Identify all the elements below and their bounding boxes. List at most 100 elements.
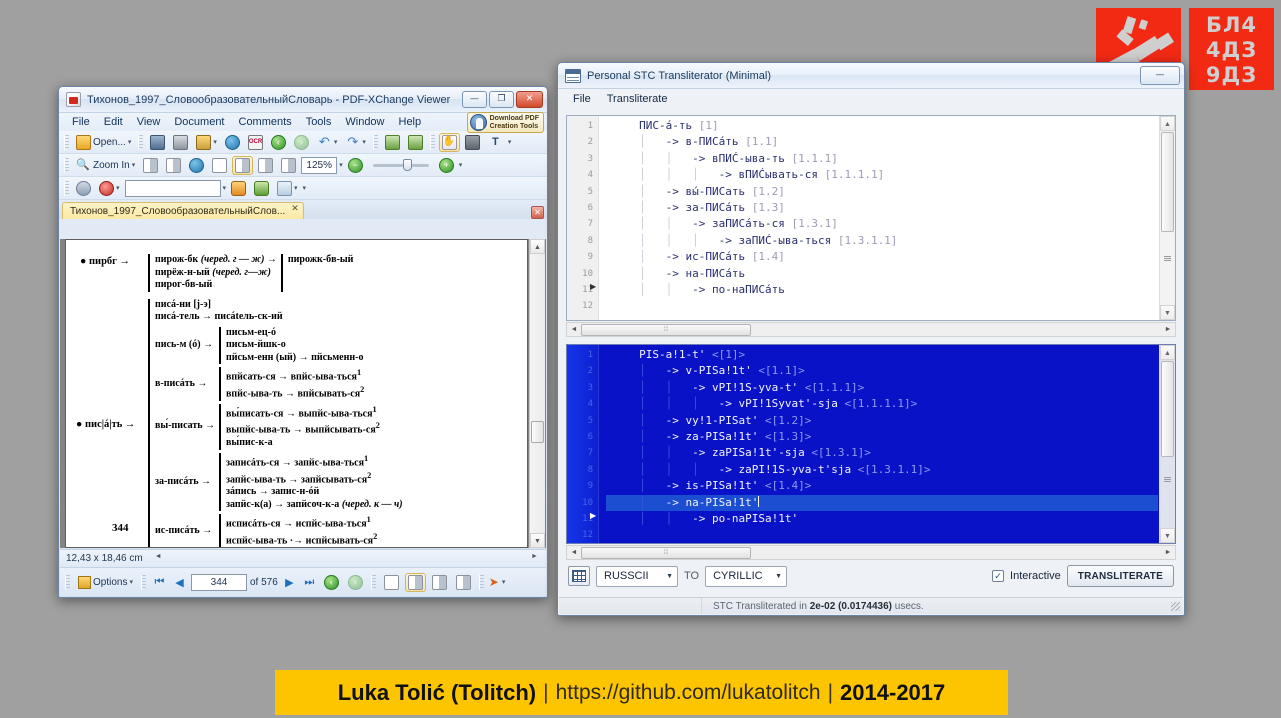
link-tool-button[interactable] xyxy=(73,179,94,198)
pointer-tool-icon[interactable]: ➤ xyxy=(489,575,499,589)
stc-titlebar[interactable]: Personal STC Transliterator (Minimal) — xyxy=(558,63,1184,89)
target-scroll-down-icon[interactable]: ▼ xyxy=(1160,528,1175,543)
last-page-button[interactable]: ⏭ xyxy=(301,574,318,591)
target-vertical-scrollbar[interactable]: ▲ ▼ xyxy=(1159,345,1175,543)
code-line[interactable]: │ -> ис-ПИСáть [1.4] xyxy=(606,249,1158,265)
zoom-slider[interactable] xyxy=(372,158,429,171)
save-button[interactable] xyxy=(147,133,168,152)
rotate-right-button[interactable] xyxy=(405,133,426,152)
target-hscroll-left-icon[interactable]: ◄ xyxy=(567,549,581,556)
source-scroll-up-icon[interactable]: ▲ xyxy=(1160,116,1175,131)
target-editor[interactable]: 1 2 3 4 5 6 7 8 9 10 11 12 ▶ PIS-a!1-t' <[1]> │ -> … xyxy=(566,344,1176,544)
menu-item-file[interactable]: File xyxy=(65,115,97,129)
source-scroll-thumb[interactable] xyxy=(1161,132,1174,232)
menu-item-edit[interactable]: Edit xyxy=(97,115,130,129)
toolbar-grip-3[interactable] xyxy=(372,134,378,150)
source-horizontal-scrollbar[interactable]: ◄ ⦙⦙⦙ ► xyxy=(566,322,1176,337)
ocr-button[interactable]: OCR xyxy=(245,133,266,152)
pdf-titlebar[interactable]: Тихонов_1997_СловообразовательныйСловарь… xyxy=(59,87,547,113)
code-line[interactable]: │ │ -> po-naPISa!1t' xyxy=(606,511,1158,527)
menu-item-comments[interactable]: Comments xyxy=(232,115,299,129)
code-line[interactable]: │ -> в-ПИСáть [1.1] xyxy=(606,134,1158,150)
source-vertical-scrollbar[interactable]: ▲ ▼ xyxy=(1159,116,1175,320)
source-hscroll-thumb[interactable]: ⦙⦙⦙ xyxy=(581,323,751,336)
fit-page-button[interactable] xyxy=(163,156,184,175)
close-all-tabs-button[interactable]: ✕ xyxy=(531,206,544,219)
fit-visible-button[interactable] xyxy=(186,156,207,175)
redo-button[interactable]: ↷ ▾ xyxy=(342,133,369,152)
code-line[interactable]: │ │ │ -> vPI!1Syvat'-sja <[1.1.1.1]> xyxy=(606,396,1158,412)
code-line[interactable]: │ -> за-ПИСáть [1.3] xyxy=(606,200,1158,216)
zoom-level-input[interactable]: 125% xyxy=(301,156,338,174)
code-line[interactable]: │ -> is-PISa!1t' <[1.4]> xyxy=(606,478,1158,494)
code-line[interactable]: │ │ -> по-наПИСáть xyxy=(606,282,1158,298)
stamp-combo-input[interactable] xyxy=(124,179,221,197)
rotate-left-button[interactable] xyxy=(382,133,403,152)
toolbar-grip-4[interactable] xyxy=(429,134,435,150)
statusbar-grip-2[interactable] xyxy=(140,574,146,590)
scroll-right-arrow-icon[interactable]: ► xyxy=(529,553,540,560)
open-button[interactable]: Open... ▾ xyxy=(73,133,134,152)
menu-item-help[interactable]: Help xyxy=(392,115,429,129)
pdf-maximize-button[interactable]: ❐ xyxy=(489,91,514,108)
zoom-toolbar-grip[interactable] xyxy=(64,157,69,173)
zoom-slider-knob[interactable] xyxy=(402,158,412,171)
target-hscroll-thumb[interactable]: ⦙⦙⦙ xyxy=(581,546,751,559)
undo-button[interactable]: ↶ ▾ xyxy=(314,133,341,152)
view-single-button[interactable] xyxy=(381,573,402,592)
target-hscroll-right-icon[interactable]: ► xyxy=(1161,549,1175,556)
menu-item-view[interactable]: View xyxy=(130,115,168,129)
code-line[interactable]: │ -> v-PISa!1t' <[1.1]> xyxy=(606,363,1158,379)
hand-tool-button[interactable]: ✋ xyxy=(438,132,460,152)
highlight-tool-button[interactable]: ▾ xyxy=(274,179,301,198)
code-line[interactable]: │ -> на-ПИСáть xyxy=(606,266,1158,282)
view-continuous-button[interactable] xyxy=(404,572,426,592)
split-page-button[interactable] xyxy=(278,156,299,175)
target-scroll-thumb[interactable] xyxy=(1161,361,1174,457)
back-button[interactable]: ‹ xyxy=(268,133,289,152)
zoom-in-step-button[interactable]: + xyxy=(436,156,457,175)
options-button[interactable]: Options ▾ xyxy=(75,573,136,592)
attach-file-button[interactable] xyxy=(228,179,249,198)
print-button[interactable] xyxy=(170,133,191,152)
statusbar-grip[interactable] xyxy=(65,574,70,590)
stamp-tool-button[interactable]: ▾ xyxy=(96,179,123,198)
stc-menu-item-transliterate[interactable]: Transliterate xyxy=(600,91,675,107)
select-text-button[interactable]: T xyxy=(485,133,506,152)
comments-toolbar-overflow-icon[interactable]: ▾ xyxy=(303,184,307,192)
single-page-button[interactable] xyxy=(209,156,230,175)
view-split-button[interactable] xyxy=(453,573,474,592)
pdf-horizontal-scrollbar[interactable]: ◄ ► xyxy=(153,553,540,565)
code-line[interactable]: PIS-a!1-t' <[1]> xyxy=(606,347,1158,363)
zoom-in-button[interactable]: 🔍 Zoom In ▾ xyxy=(73,156,138,175)
code-line[interactable]: │ -> na-PISa!1t' xyxy=(606,494,1158,512)
code-line[interactable]: │ -> vy!1-PISat' <[1.2]> xyxy=(606,413,1158,429)
source-scroll-down-icon[interactable]: ▼ xyxy=(1160,305,1175,320)
history-forward-button[interactable]: › xyxy=(345,573,366,592)
code-line[interactable]: │ │ │ -> zaPI!1S-yva-t'sja <[1.3.1.1]> xyxy=(606,462,1158,478)
stc-minimize-button[interactable]: — xyxy=(1140,66,1180,85)
first-page-button[interactable]: ⏮ xyxy=(151,574,168,591)
history-back-button[interactable]: ‹ xyxy=(321,573,342,592)
source-scheme-select[interactable]: RUSSCII ▼ xyxy=(596,565,678,587)
zoom-toolbar-overflow-icon[interactable]: ▾ xyxy=(459,161,463,169)
code-line[interactable]: │ │ │ -> вПИĆывать-ся [1.1.1.1] xyxy=(606,167,1158,183)
scroll-down-arrow-icon[interactable]: ▼ xyxy=(530,533,545,548)
tab-close-icon[interactable]: ✕ xyxy=(291,203,299,214)
target-scroll-up-icon[interactable]: ▲ xyxy=(1160,345,1175,360)
next-page-button[interactable]: ▶ xyxy=(281,574,298,591)
source-code-area[interactable]: ПИС-á-ть [1] │ -> в-ПИСáть [1.1] │ │ -> … xyxy=(600,116,1158,320)
code-line[interactable]: │ │ -> zaPISa!1t'-sja <[1.3.1]> xyxy=(606,445,1158,461)
toolbar-overflow-icon[interactable]: ▾ xyxy=(508,138,512,146)
target-scheme-select[interactable]: CYRILLIC ▼ xyxy=(705,565,788,587)
statusbar-grip-3[interactable] xyxy=(370,574,376,590)
chevron-down-icon-8[interactable]: ▾ xyxy=(223,184,227,192)
view-facing-button[interactable] xyxy=(429,573,450,592)
statusbar-grip-4[interactable] xyxy=(478,574,484,590)
code-line[interactable]: │ │ │ -> заПИĆ-ыва-ться [1.3.1.1] xyxy=(606,233,1158,249)
email-button[interactable]: ▾ xyxy=(193,133,220,152)
scroll-up-arrow-icon[interactable]: ▲ xyxy=(530,239,545,254)
zoom-out-step-button[interactable]: − xyxy=(345,156,366,175)
pdf-vertical-scrollbar[interactable]: ▲ ▼ xyxy=(529,239,545,548)
menu-item-document[interactable]: Document xyxy=(167,115,231,129)
